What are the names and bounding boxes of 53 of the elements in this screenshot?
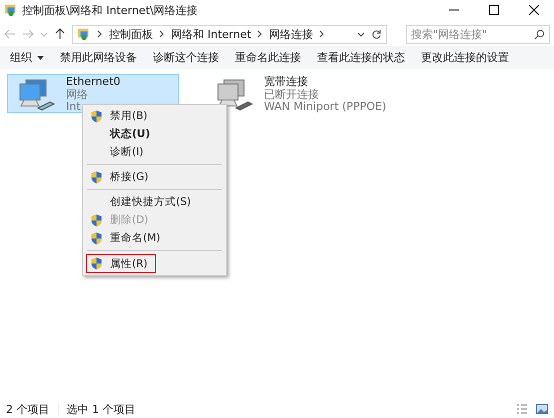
chevron-right-icon: [159, 30, 165, 38]
device-name: Int: [66, 101, 82, 114]
menu-item-label: 诊断(I): [110, 145, 144, 159]
toolbar-button[interactable]: 组织: [4, 48, 50, 67]
details-view-icon[interactable]: [516, 403, 528, 415]
menu-item-label: 状态(U): [110, 127, 150, 141]
chevron-right-icon: [319, 30, 326, 38]
breadcrumb-item[interactable]: 网络连接: [269, 26, 314, 42]
connection-name: 宽带连接: [264, 76, 308, 88]
connection-status: 已断开连接: [264, 88, 320, 101]
chevron-down-icon[interactable]: [357, 30, 365, 38]
address-bar[interactable]: 控制面板 网络和 Internet 网络连接: [72, 24, 387, 44]
device-name: WAN Miniport (PPPOE): [264, 101, 386, 114]
shield-icon: [91, 170, 102, 184]
menu-item[interactable]: 重命名(M): [86, 229, 223, 247]
toolbar-button[interactable]: 禁用此网络设备: [54, 48, 143, 67]
menu-item-label: 创建快捷方式(S): [110, 195, 191, 209]
search-icon: [534, 28, 545, 40]
toolbar-button[interactable]: 更改此连接的设置: [415, 48, 515, 67]
shield-icon: [91, 257, 102, 270]
close-icon: [529, 5, 539, 15]
shield-icon: [91, 214, 102, 226]
window-title: 控制面板\网络和 Internet\网络连接: [22, 2, 198, 18]
menu-item[interactable]: 属性(R): [86, 254, 156, 273]
menu-item[interactable]: 状态(U): [86, 125, 223, 143]
breadcrumb-item[interactable]: 控制面板: [109, 26, 153, 42]
toolbar-button[interactable]: 查看此连接的状态: [311, 48, 411, 67]
breadcrumb-item[interactable]: 网络和 Internet: [171, 26, 252, 42]
control-panel-icon: [77, 27, 91, 41]
chevron-right-icon: [257, 30, 264, 38]
maximize-icon: [489, 5, 499, 15]
refresh-icon[interactable]: [371, 28, 382, 40]
toolbar-button[interactable]: 诊断这个连接: [147, 48, 225, 67]
menu-item[interactable]: 创建快捷方式(S): [86, 193, 223, 211]
search-field[interactable]: 搜索"网络连接": [406, 24, 550, 44]
menu-item-label: 重命名(M): [110, 231, 160, 245]
selection-count: 选中 1 个项目: [66, 402, 136, 416]
caret-icon: [37, 56, 44, 60]
connection-name: Ethernet0: [66, 76, 120, 88]
shield-icon: [91, 110, 102, 122]
menu-item[interactable]: 桥接(G): [86, 168, 223, 186]
item-count: 2 个项目: [6, 402, 50, 416]
network-folder-icon: [4, 3, 18, 17]
large-icons-view-icon[interactable]: [536, 403, 548, 415]
connection-status: 网络: [66, 88, 89, 101]
chevron-right-icon: [97, 30, 103, 38]
menu-item-label: 桥接(G): [110, 170, 148, 184]
toolbar-button[interactable]: 重命名此连接: [229, 48, 307, 67]
shield-icon: [91, 232, 102, 244]
up-arrow-icon[interactable]: [54, 28, 66, 40]
menu-item-label: 删除(D): [110, 213, 148, 227]
menu-item[interactable]: 诊断(I): [86, 143, 223, 161]
menu-item-label: 属性(R): [110, 256, 148, 270]
